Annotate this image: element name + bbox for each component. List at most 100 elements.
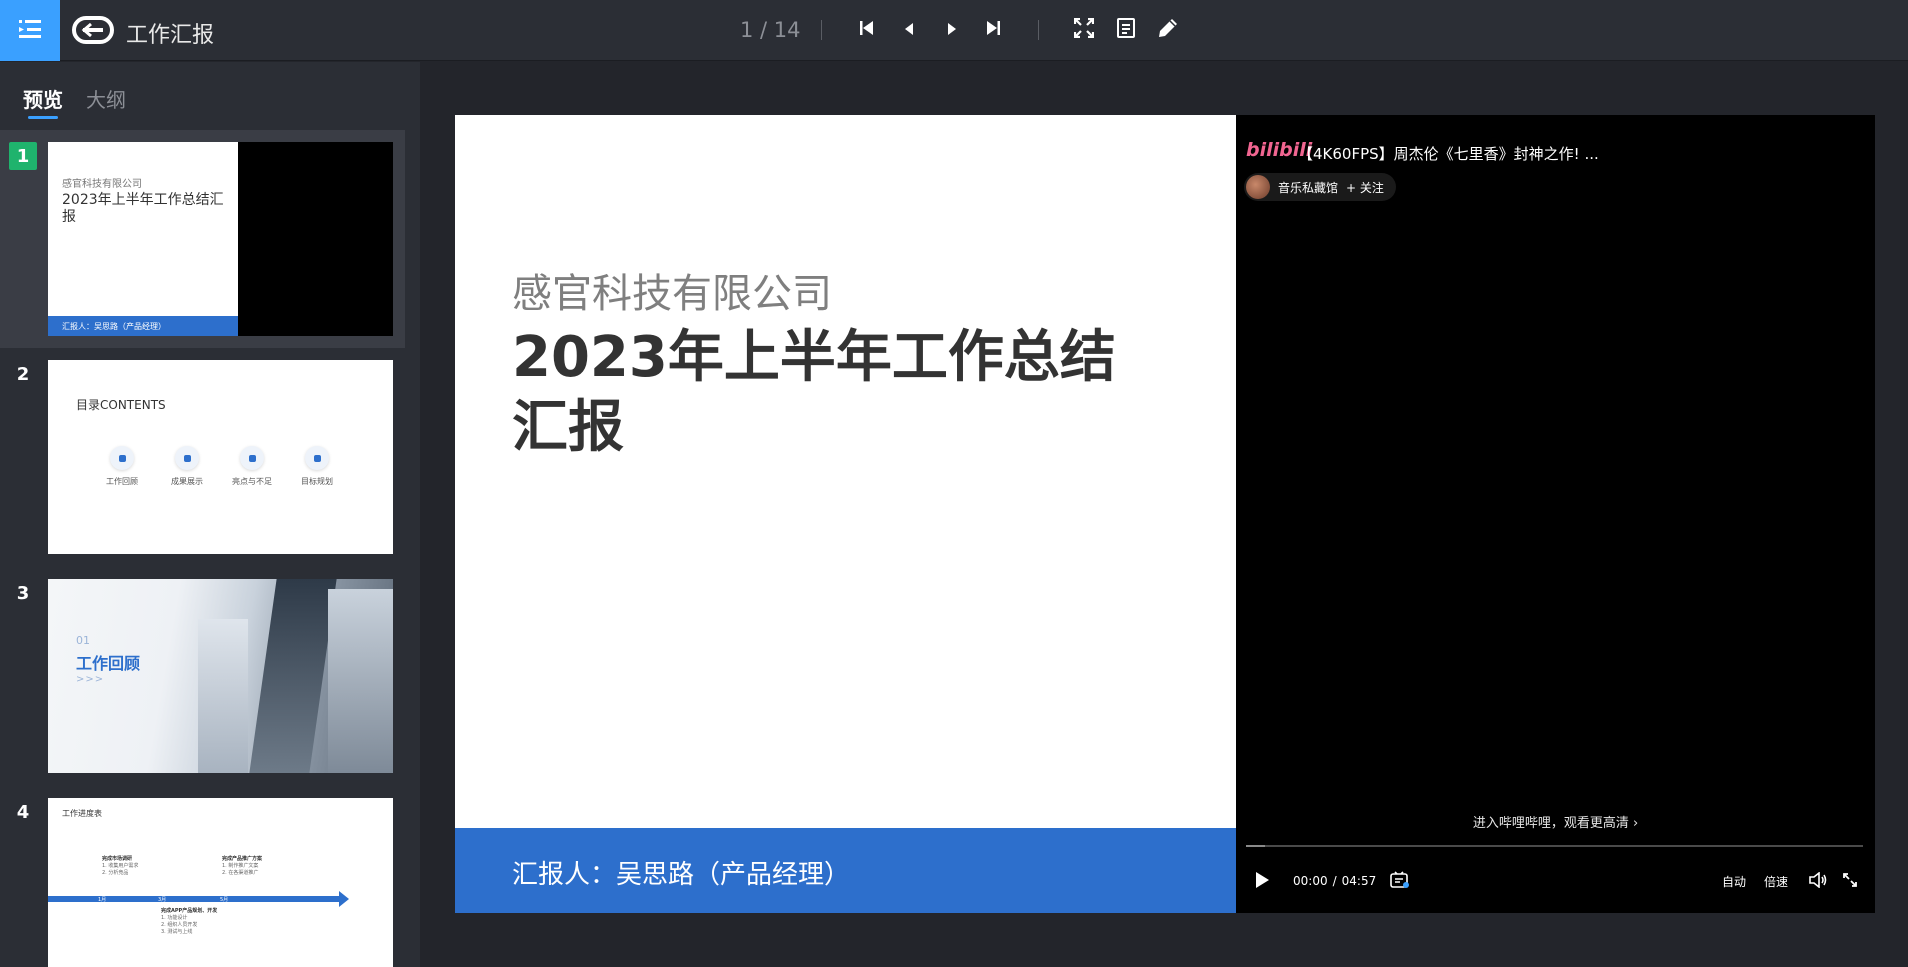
building-shape — [328, 589, 393, 773]
thumbnail-title: 目录CONTENTS — [76, 398, 166, 412]
thumbnail-image: 目录CONTENTS 工作回顾 成果展示 亮点与不足 目标规划 — [48, 360, 393, 554]
tab-outline[interactable]: 大纲 — [86, 84, 126, 113]
fullscreen-button[interactable] — [1071, 17, 1097, 43]
thumbnail-video — [238, 142, 393, 336]
contents-item: 亮点与不足 — [222, 446, 282, 487]
video-title[interactable]: 【4K60FPS】周杰伦《七里香》封神之作! ... — [1298, 143, 1599, 164]
contents-item: 成果展示 — [157, 446, 217, 487]
timeline-arrow — [339, 891, 349, 907]
thumbnail-footer: 汇报人：吴思路（产品经理） — [48, 316, 238, 336]
page-indicator: 1 / 14 — [740, 18, 801, 42]
timeline-month: 1月 — [98, 897, 107, 903]
video-fullscreen-button[interactable] — [1843, 868, 1857, 894]
timeline-block-title: 完成市场调研 — [102, 856, 133, 862]
fullscreen-icon — [1843, 872, 1857, 890]
avatar — [1246, 175, 1270, 199]
play-icon — [1254, 871, 1270, 892]
arrows-icon: >>> — [76, 674, 105, 685]
timeline-block-title: 完成APP产品规划、开发 — [161, 908, 218, 914]
sidebar-scrollbar[interactable] — [405, 62, 420, 967]
app-title: 工作汇报 — [126, 23, 215, 48]
timeline-line: 2. 分析竞品 — [102, 870, 129, 876]
slide-thumbnail-2[interactable]: 2 目录CONTENTS 工作回顾 成果展示 亮点与不足 目标规划 — [0, 348, 405, 566]
current-time: 00:00 — [1293, 874, 1328, 888]
volume-button[interactable] — [1809, 868, 1827, 894]
logo-icon — [71, 12, 115, 48]
next-page-button[interactable] — [939, 17, 965, 43]
timeline-month: 3月 — [158, 897, 167, 903]
slide-sidebar: 预览 大纲 1 感官科技有限公司 2023年上半年工作总结汇报 汇报人：吴思路（… — [0, 62, 420, 967]
contents-item: 目标规划 — [287, 446, 347, 487]
slide-thumbnail-3[interactable]: 3 01 工作回顾 >>> — [0, 567, 405, 785]
thumbnail-title: 工作进度表 — [62, 809, 102, 818]
thumbnail-company: 感官科技有限公司 — [62, 179, 142, 190]
results-icon — [175, 446, 199, 470]
first-page-button[interactable] — [854, 17, 880, 43]
contents-item-label: 工作回顾 — [106, 477, 138, 486]
next-page-icon — [947, 21, 957, 40]
timeline-bar — [48, 896, 343, 902]
menu-icon — [19, 19, 41, 42]
prev-page-button[interactable] — [896, 17, 922, 43]
time-separator: / — [1332, 874, 1337, 888]
thumbnail-image: 工作进度表 完成市场调研 1. 收集用户需求 2. 分析竞品 完成产品推广方案 … — [48, 798, 393, 967]
toolbar: 工作汇报 1 / 14 — [0, 0, 1908, 61]
open-bilibili-link[interactable]: 进入哔哩哔哩，观看更高清 › — [1236, 812, 1875, 831]
follow-button[interactable]: + 关注 — [1346, 179, 1384, 196]
slide-number: 2 — [16, 363, 30, 385]
last-page-button[interactable] — [980, 17, 1006, 43]
last-page-icon — [986, 20, 1000, 40]
timeline-line: 2. 在各渠道推广 — [222, 870, 259, 876]
notes-icon — [1117, 18, 1135, 42]
current-slide: 感官科技有限公司 2023年上半年工作总结汇报 汇报人：吴思路（产品经理） bi… — [455, 115, 1875, 913]
thumbnail-image: 01 工作回顾 >>> — [48, 579, 393, 773]
thumbnail-image: 感官科技有限公司 2023年上半年工作总结汇报 汇报人：吴思路（产品经理） — [48, 142, 393, 336]
slide-number: 1 — [9, 142, 37, 170]
thumbnail-title: 2023年上半年工作总结汇报 — [62, 192, 224, 225]
toolbar-divider — [821, 20, 822, 40]
timeline-line: 1. 收集用户需求 — [102, 863, 139, 869]
play-button[interactable] — [1254, 868, 1270, 894]
timeline-line: 1. 功能设计 — [161, 915, 188, 921]
slide-company: 感官科技有限公司 — [512, 271, 832, 317]
timeline-block: 完成APP产品规划、开发 1. 功能设计 2. 组织人员开发 3. 测试与上线 — [161, 908, 217, 936]
notes-button[interactable] — [1113, 17, 1139, 43]
author-name: 音乐私藏馆 — [1278, 181, 1339, 195]
menu-button[interactable] — [0, 0, 60, 61]
pen-button[interactable] — [1155, 17, 1181, 43]
prev-page-icon — [904, 21, 914, 40]
volume-icon — [1809, 870, 1827, 891]
timeline-block: 完成市场调研 1. 收集用户需求 2. 分析竞品 — [102, 856, 138, 877]
video-player[interactable]: bilibili 【4K60FPS】周杰伦《七里香》封神之作! ... 音乐私藏… — [1236, 115, 1875, 913]
section-number: 01 — [76, 634, 90, 647]
chart-icon — [240, 446, 264, 470]
contents-item: 工作回顾 — [92, 446, 152, 487]
quality-button[interactable]: 自动 — [1722, 868, 1746, 894]
active-tab-indicator — [28, 116, 58, 119]
video-progress-fill — [1246, 845, 1265, 847]
slide-number: 3 — [16, 582, 30, 604]
review-icon — [110, 446, 134, 470]
slide-footer: 汇报人：吴思路（产品经理） — [455, 828, 1236, 913]
thumbnail-title: 工作回顾 — [76, 654, 141, 673]
video-progress-bar[interactable] — [1246, 845, 1863, 847]
danmaku-button[interactable] — [1390, 868, 1410, 894]
contents-item-label: 亮点与不足 — [232, 477, 272, 486]
timeline-line: 3. 测试与上线 — [161, 929, 193, 935]
danmaku-icon — [1390, 870, 1410, 892]
first-page-icon — [860, 20, 874, 40]
timeline-month: 5月 — [220, 897, 229, 903]
timeline-line: 2. 组织人员开发 — [161, 922, 198, 928]
contents-item-label: 目标规划 — [301, 477, 333, 486]
duration: 04:57 — [1341, 874, 1377, 888]
gear-icon — [305, 446, 329, 470]
slide-thumbnail-4[interactable]: 4 工作进度表 完成市场调研 1. 收集用户需求 2. 分析竞品 完成产品推广方… — [0, 786, 405, 967]
speed-button[interactable]: 倍速 — [1764, 868, 1788, 894]
slide-title: 2023年上半年工作总结汇报 — [512, 325, 1116, 460]
slide-reporter: 汇报人：吴思路（产品经理） — [512, 860, 851, 890]
building-shape — [198, 619, 248, 773]
timeline-block: 完成产品推广方案 1. 制作推广文案 2. 在各渠道推广 — [222, 856, 262, 877]
video-author[interactable]: 音乐私藏馆 + 关注 — [1244, 173, 1396, 201]
slide-thumbnail-1[interactable]: 1 感官科技有限公司 2023年上半年工作总结汇报 汇报人：吴思路（产品经理） — [0, 130, 405, 348]
tab-preview[interactable]: 预览 — [23, 84, 63, 113]
